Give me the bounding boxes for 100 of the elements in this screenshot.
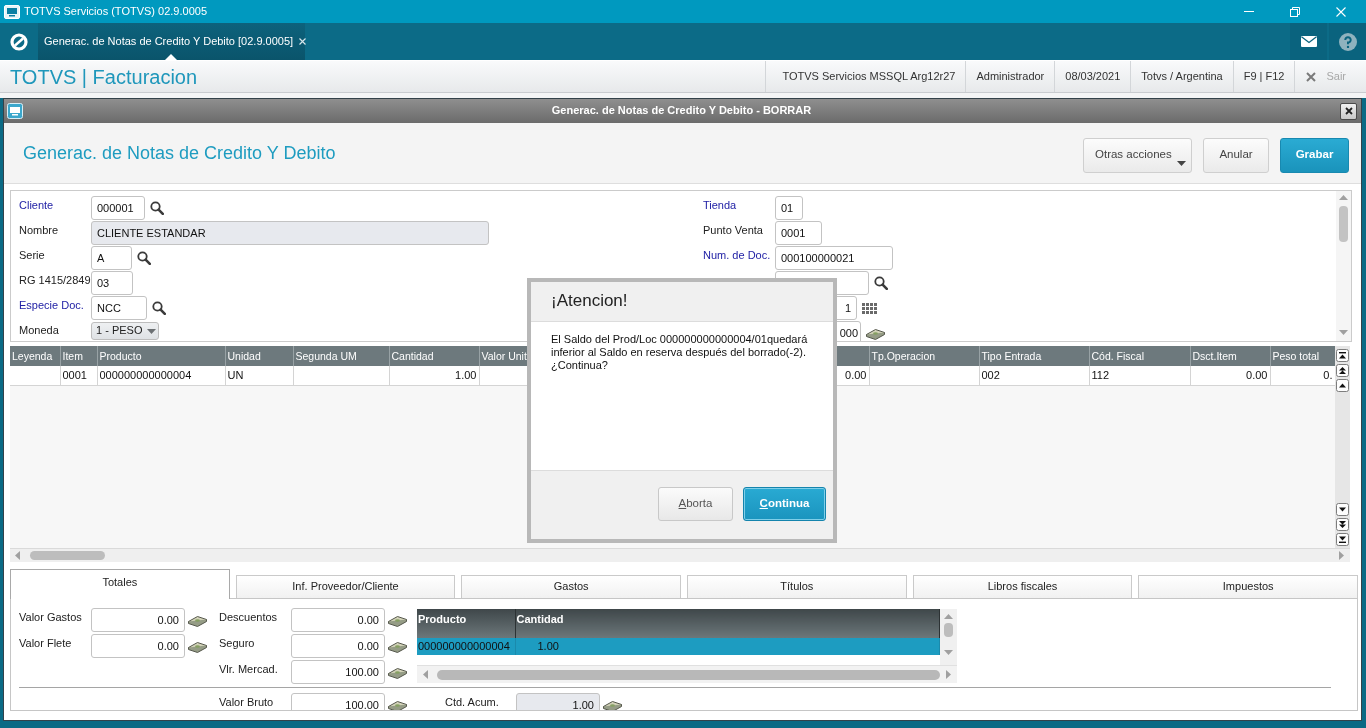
field-label: Moneda (19, 323, 60, 338)
field-label: Vlr. Mercad. (219, 662, 279, 677)
tab[interactable]: Impuestos (1138, 575, 1359, 598)
input-field[interactable]: 0.00 (291, 634, 385, 658)
input-field[interactable]: 100.00 (291, 660, 385, 684)
column-header: Cód. Fiscal (1089, 346, 1190, 366)
field-label: Descuentos (219, 610, 279, 625)
search-icon[interactable] (152, 301, 166, 315)
table-cell: 000000000000004 (417, 638, 515, 655)
scrollbar-thumb[interactable] (30, 551, 105, 560)
cash-icon[interactable] (388, 665, 407, 679)
cash-icon[interactable] (866, 326, 885, 340)
cash-icon[interactable] (188, 639, 207, 653)
select-field[interactable]: 1 - PESO (91, 322, 159, 340)
arrow-down-icon[interactable] (1336, 503, 1349, 516)
field-label: Valor Bruto (219, 695, 275, 710)
tab[interactable]: Totales (10, 569, 230, 599)
cancel-button[interactable]: Aborta (658, 487, 733, 521)
input-field[interactable]: 0001 (775, 221, 822, 245)
input-field[interactable]: 000100000021 (775, 246, 893, 270)
restore-icon[interactable] (1290, 6, 1300, 17)
input-field[interactable]: 03 (91, 271, 133, 295)
caret-icon (1176, 160, 1186, 166)
input-field[interactable]: A (91, 246, 132, 270)
table-cell: 002 (979, 366, 1089, 385)
cash-icon[interactable] (388, 639, 407, 653)
field-label: Ctd. Acum. (445, 695, 500, 710)
input-field[interactable]: NCC (91, 296, 147, 320)
close-icon (1344, 107, 1353, 115)
action-button[interactable]: Anular (1203, 137, 1269, 173)
table-cell: 1.00 (389, 366, 479, 385)
field-label: Seguro (219, 636, 256, 651)
mail-icon (1300, 36, 1317, 47)
close-button[interactable] (1340, 102, 1357, 120)
tab[interactable]: Inf. Proveedor/Cliente (235, 575, 456, 598)
status-text: TOTVS Servicios MSSQL Arg12r27 (765, 61, 966, 92)
column-header: Cantidad (515, 609, 940, 638)
scrollbar-thumb[interactable] (437, 669, 940, 680)
help-button[interactable] (1329, 23, 1366, 60)
input-field[interactable]: 0.00 (91, 608, 185, 632)
arrow-to-top-icon[interactable] (1336, 349, 1349, 362)
arrow-to-bottom-icon[interactable] (1336, 533, 1349, 546)
column-header: Producto (417, 609, 515, 638)
column-header: Unidad (225, 346, 293, 366)
column-header: Producto (97, 346, 225, 366)
table-cell: 1.00 (515, 638, 940, 655)
input-field[interactable]: 01 (775, 196, 803, 220)
column-header: Item (60, 346, 97, 366)
table-row[interactable]: 000000000000004 1.00 (417, 638, 940, 655)
window-icon (7, 103, 23, 119)
search-icon[interactable] (137, 251, 151, 265)
help-icon (1338, 32, 1357, 51)
tab[interactable]: Generac. de Notas de Credito Y Debito [02.9.0005] (38, 23, 305, 60)
input-field[interactable]: CLIENTE ESTANDAR (91, 221, 489, 245)
cash-icon[interactable] (388, 613, 407, 627)
close-icon[interactable] (299, 38, 307, 45)
window-title: TOTVS Servicios (TOTVS) 02.9.0005 (24, 4, 207, 19)
field-label: Punto Venta (703, 223, 764, 238)
calendar-icon[interactable] (862, 302, 877, 314)
column-header: Tipo Entrada (979, 346, 1089, 366)
input-field[interactable]: 0.00 (91, 634, 185, 658)
search-icon[interactable] (874, 276, 888, 290)
field-label: Num. de Doc. (703, 248, 772, 263)
tab[interactable]: Gastos (461, 575, 681, 598)
dialog-title: ¡Atencion! (551, 291, 628, 312)
mail-button[interactable] (1290, 23, 1327, 60)
cash-icon[interactable] (188, 613, 207, 627)
input-field[interactable]: 100.00 (291, 693, 385, 710)
scrollbar-thumb[interactable] (944, 623, 953, 637)
cash-icon[interactable] (388, 698, 407, 710)
tab[interactable]: Títulos (687, 575, 907, 598)
table-cell: 0. (1270, 366, 1335, 385)
table-cell: 112 (1089, 366, 1190, 385)
double-arrow-up-icon[interactable] (1336, 364, 1349, 377)
table-cell: UN (225, 366, 293, 385)
caret-icon (147, 328, 157, 334)
cash-icon[interactable] (603, 698, 622, 710)
page-heading: Generac. de Notas de Credito Y Debito (23, 143, 336, 165)
field-label: Valor Flete (19, 636, 73, 651)
search-icon[interactable] (150, 201, 164, 215)
logo-icon[interactable] (10, 32, 28, 51)
input-field[interactable]: 000001 (91, 196, 145, 220)
scrollbar-thumb[interactable] (1339, 206, 1348, 242)
close-icon (1306, 71, 1317, 82)
double-arrow-down-icon[interactable] (1336, 518, 1349, 531)
column-header: Leyenda (10, 346, 60, 366)
window-title: Generac. de Notas de Credito Y Debito - BORRAR (550, 104, 813, 118)
input-field[interactable]: 1.00 (516, 693, 600, 710)
table-cell: 0001 (60, 366, 97, 385)
dropdown-button[interactable]: Otras acciones (1083, 137, 1192, 173)
field-label: Especie Doc. (19, 298, 85, 313)
table-cell: 0.00 (1190, 366, 1270, 385)
arrow-up-icon[interactable] (1336, 379, 1349, 392)
status-text: 08/03/2021 (1054, 61, 1131, 92)
input-field[interactable]: 0.00 (291, 608, 385, 632)
table-cell: 000000000000004 (97, 366, 225, 385)
tab[interactable]: Libros fiscales (912, 575, 1133, 598)
status-text: Administrador (965, 61, 1055, 92)
field-label: RG 1415/2849 (19, 273, 91, 288)
field-label: Cliente (19, 198, 55, 213)
